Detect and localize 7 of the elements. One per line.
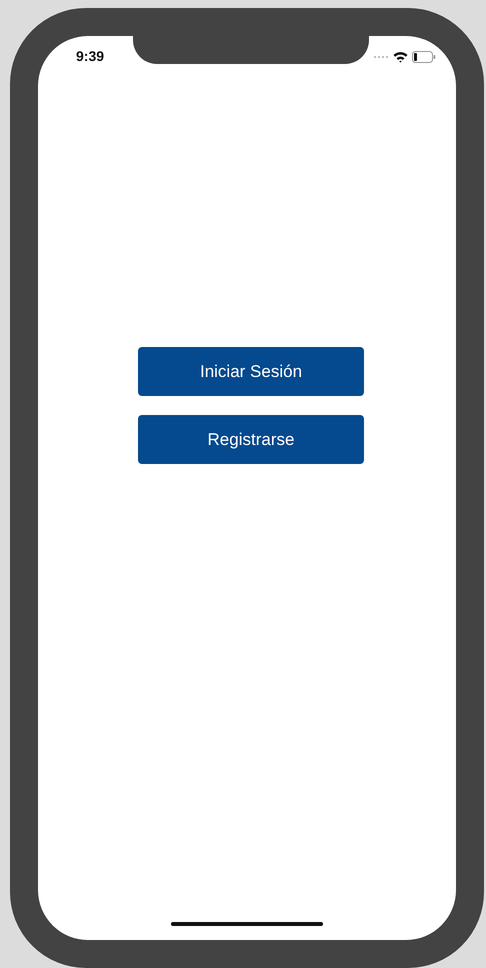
signal-icon (373, 55, 389, 59)
auth-button[interactable]: Iniciar Sesión (138, 347, 364, 396)
auth-button[interactable]: Registrarse (138, 415, 364, 464)
status-time: 9:39 (76, 48, 104, 64)
wifi-icon (393, 51, 408, 63)
battery-icon (412, 51, 436, 63)
home-indicator[interactable] (171, 922, 323, 926)
